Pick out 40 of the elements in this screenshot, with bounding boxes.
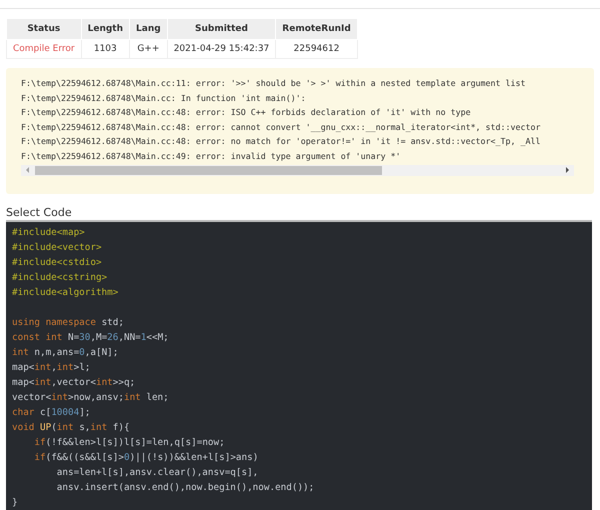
column-header: Status [6,18,82,40]
table-cell: 22594612 [276,40,358,58]
table-cell: 1103 [81,40,130,58]
scrollbar-thumb[interactable] [35,166,382,175]
code-line: #include<cstring> [12,271,108,285]
column-header: Length [81,18,130,40]
code-line: map<int,vector<int>>q; [12,376,136,390]
code-line: vector<int>now,ansv;int len; [12,391,170,405]
code-line: int n,m,ans=0,a[N]; [12,346,120,360]
log-line: F:\temp\22594612.68748\Main.cc:48: error: no match for 'operator!=' in 'it != ansv.std::vector<_Tp, _All [21,135,542,148]
code-line: #include<map> [12,226,86,240]
scroll-right-icon[interactable] [563,166,571,174]
column-header: RemoteRunId [276,18,358,40]
log-line: F:\temp\22594612.68748\Main.cc:49: error: invalid type argument of 'unary *' [21,150,402,163]
code-line: if(f&&((s&&l[s]>0)||(!s))&&len+l[s]>ans) [33,451,260,465]
column-header: Submitted [167,18,276,40]
code-line: } [12,496,19,510]
column-header: Lang [130,18,168,40]
code-line: ansv.insert(ansv.end(),now.begin(),now.end()); [56,481,316,495]
status-cell: Compile Error [6,40,82,58]
section-label: Select Code [6,206,73,219]
code-line: const int N=30,M=26,NN=1<<M; [12,331,170,345]
code-editor[interactable] [6,220,592,510]
code-line: #include<algorithm> [12,286,120,300]
code-line: #include<cstdio> [12,256,103,270]
log-line: F:\temp\22594612.68748\Main.cc: In function 'int main()': [21,92,307,105]
code-line: void UP(int s,int f){ [12,421,131,435]
code-line: map<int,int>l; [12,361,92,375]
table-cell: 2021-04-29 15:42:37 [167,40,276,58]
log-line: F:\temp\22594612.68748\Main.cc:48: error: cannot convert '__gnu_cxx::__normal_iterator<int*, std::vector [21,120,542,134]
code-line: if(!f&&len>l[s])l[s]=len,q[s]=now; [33,436,226,450]
log-line: F:\temp\22594612.68748\Main.cc:48: error: ISO C++ forbids declaration of 'it' with no type [21,106,472,120]
code-line: using namespace std; [12,316,125,330]
scroll-left-icon[interactable] [24,166,32,174]
code-line: #include<vector> [12,241,103,255]
log-line: F:\temp\22594612.68748\Main.cc:11: error: '>>' should be '> >' within a nested template argument list [21,77,527,90]
horizontal-scrollbar[interactable] [21,164,574,176]
table-cell: G++ [130,40,168,58]
code-line: char c[10004]; [12,406,92,420]
code-line: ans=len+l[s],ansv.clear(),ansv=q[s], [56,466,260,480]
